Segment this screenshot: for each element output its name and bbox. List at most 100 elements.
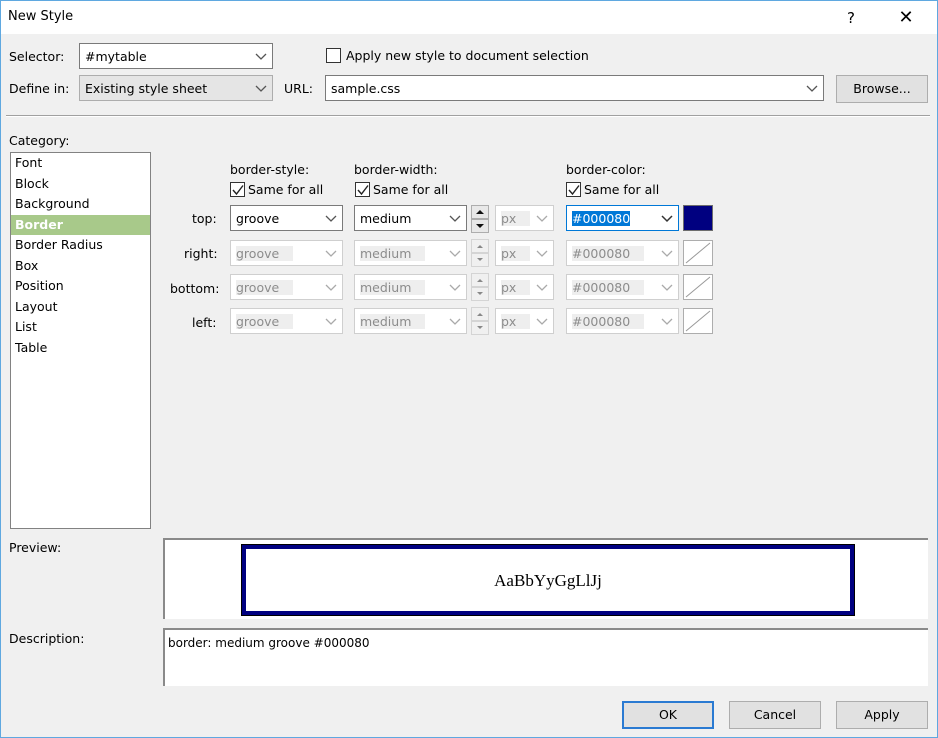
apply-button[interactable]: Apply bbox=[836, 701, 928, 729]
bottom-width-spinner[interactable] bbox=[471, 273, 489, 301]
chevron-down-icon bbox=[324, 244, 338, 262]
top-color-value: #000080 bbox=[572, 211, 631, 226]
spin-up-button[interactable] bbox=[471, 239, 489, 253]
chevron-down-icon bbox=[660, 244, 674, 262]
right-style-combobox[interactable]: groove bbox=[230, 240, 343, 266]
bottom-unit-combobox[interactable]: px bbox=[495, 274, 554, 300]
right-unit-combobox[interactable]: px bbox=[495, 240, 554, 266]
description-label: Description: bbox=[9, 631, 85, 646]
top-color-swatch[interactable] bbox=[683, 205, 713, 231]
top-unit-combobox[interactable]: px bbox=[495, 205, 554, 231]
preview-pane: AaBbYyGgLlJj bbox=[163, 538, 928, 619]
category-listbox[interactable]: Font Block Background Border Border Radi… bbox=[10, 152, 151, 529]
right-color-combobox[interactable]: #000080 bbox=[566, 240, 679, 266]
chevron-down-icon bbox=[535, 312, 549, 330]
preview-sample-text: AaBbYyGgLlJj bbox=[494, 571, 602, 590]
right-style-value: groove bbox=[236, 246, 294, 261]
bottom-color-combobox[interactable]: #000080 bbox=[566, 274, 679, 300]
chevron-down-icon bbox=[805, 79, 819, 97]
chevron-down-icon bbox=[254, 79, 268, 97]
chevron-down-icon bbox=[660, 278, 674, 296]
category-item-font[interactable]: Font bbox=[11, 153, 150, 174]
selector-label: Selector: bbox=[9, 49, 65, 64]
left-unit-value: px bbox=[501, 314, 531, 329]
top-width-value: medium bbox=[360, 211, 412, 226]
preview-label: Preview: bbox=[9, 540, 62, 555]
help-button[interactable]: ? bbox=[837, 5, 865, 31]
description-text: border: medium groove #000080 bbox=[168, 636, 370, 650]
selector-combobox[interactable]: #mytable bbox=[79, 43, 273, 69]
url-combobox[interactable]: sample.css bbox=[325, 75, 824, 101]
spin-down-button[interactable] bbox=[471, 219, 489, 233]
top-style-combobox[interactable]: groove bbox=[230, 205, 343, 231]
right-width-combobox[interactable]: medium bbox=[354, 240, 467, 266]
right-width-spinner[interactable] bbox=[471, 239, 489, 267]
bottom-style-combobox[interactable]: groove bbox=[230, 274, 343, 300]
side-label-left: left: bbox=[192, 315, 217, 330]
chevron-down-icon bbox=[254, 47, 268, 65]
style-same-for-all-label: Same for all bbox=[248, 182, 324, 197]
width-same-for-all-label: Same for all bbox=[373, 182, 449, 197]
left-color-value: #000080 bbox=[572, 314, 645, 329]
category-item-table[interactable]: Table bbox=[11, 338, 150, 359]
chevron-down-icon bbox=[324, 312, 338, 330]
category-item-border[interactable]: Border bbox=[11, 214, 150, 235]
category-item-layout[interactable]: Layout bbox=[11, 297, 150, 318]
chevron-down-icon bbox=[535, 209, 549, 227]
left-color-combobox[interactable]: #000080 bbox=[566, 308, 679, 334]
url-value: sample.css bbox=[331, 81, 401, 96]
right-width-value: medium bbox=[360, 246, 426, 261]
define-in-combobox[interactable]: Existing style sheet bbox=[79, 75, 273, 101]
define-in-value: Existing style sheet bbox=[85, 81, 208, 96]
color-same-for-all-checkbox[interactable] bbox=[566, 182, 581, 197]
chevron-down-icon bbox=[324, 278, 338, 296]
category-item-position[interactable]: Position bbox=[11, 276, 150, 297]
cancel-button[interactable]: Cancel bbox=[729, 701, 821, 729]
chevron-down-icon bbox=[448, 209, 462, 227]
chevron-down-icon bbox=[660, 312, 674, 330]
top-width-spinner[interactable] bbox=[471, 205, 489, 233]
spin-down-button[interactable] bbox=[471, 253, 489, 267]
left-unit-combobox[interactable]: px bbox=[495, 308, 554, 334]
close-button[interactable]: ✕ bbox=[891, 5, 921, 31]
top-color-combobox[interactable]: #000080 bbox=[566, 205, 679, 231]
url-label: URL: bbox=[284, 81, 314, 96]
bottom-color-value: #000080 bbox=[572, 280, 645, 295]
spin-down-button[interactable] bbox=[471, 321, 489, 335]
chevron-down-icon bbox=[535, 244, 549, 262]
color-same-for-all-label: Same for all bbox=[584, 182, 660, 197]
spin-up-button[interactable] bbox=[471, 205, 489, 219]
new-style-dialog: New Style ? ✕ Selector: #mytable Apply n… bbox=[0, 0, 938, 738]
bottom-color-swatch-empty[interactable] bbox=[683, 274, 713, 300]
ok-button[interactable]: OK bbox=[622, 701, 714, 729]
chevron-down-icon bbox=[535, 278, 549, 296]
category-item-list[interactable]: List bbox=[11, 317, 150, 338]
apply-to-selection-checkbox[interactable] bbox=[326, 48, 341, 63]
category-item-background[interactable]: Background bbox=[11, 194, 150, 215]
chevron-down-icon bbox=[660, 209, 674, 227]
preview-sample-box: AaBbYyGgLlJj bbox=[241, 544, 855, 616]
category-item-box[interactable]: Box bbox=[11, 256, 150, 277]
right-color-swatch-empty[interactable] bbox=[683, 240, 713, 266]
left-style-value: groove bbox=[236, 314, 294, 329]
spin-down-button[interactable] bbox=[471, 287, 489, 301]
browse-button[interactable]: Browse... bbox=[836, 75, 928, 103]
side-label-right: right: bbox=[184, 246, 218, 261]
category-item-border-radius[interactable]: Border Radius bbox=[11, 235, 150, 256]
top-width-combobox[interactable]: medium bbox=[354, 205, 467, 231]
left-width-combobox[interactable]: medium bbox=[354, 308, 467, 334]
left-color-swatch-empty[interactable] bbox=[683, 308, 713, 334]
left-style-combobox[interactable]: groove bbox=[230, 308, 343, 334]
top-unit-value: px bbox=[501, 211, 531, 226]
chevron-down-icon bbox=[448, 244, 462, 262]
width-same-for-all-checkbox[interactable] bbox=[355, 182, 370, 197]
style-same-for-all-checkbox[interactable] bbox=[230, 182, 245, 197]
separator bbox=[6, 115, 930, 117]
left-width-spinner[interactable] bbox=[471, 307, 489, 335]
bottom-style-value: groove bbox=[236, 280, 294, 295]
spin-up-button[interactable] bbox=[471, 273, 489, 287]
bottom-width-combobox[interactable]: medium bbox=[354, 274, 467, 300]
apply-to-selection-label: Apply new style to document selection bbox=[346, 48, 589, 63]
spin-up-button[interactable] bbox=[471, 307, 489, 321]
category-item-block[interactable]: Block bbox=[11, 174, 150, 195]
